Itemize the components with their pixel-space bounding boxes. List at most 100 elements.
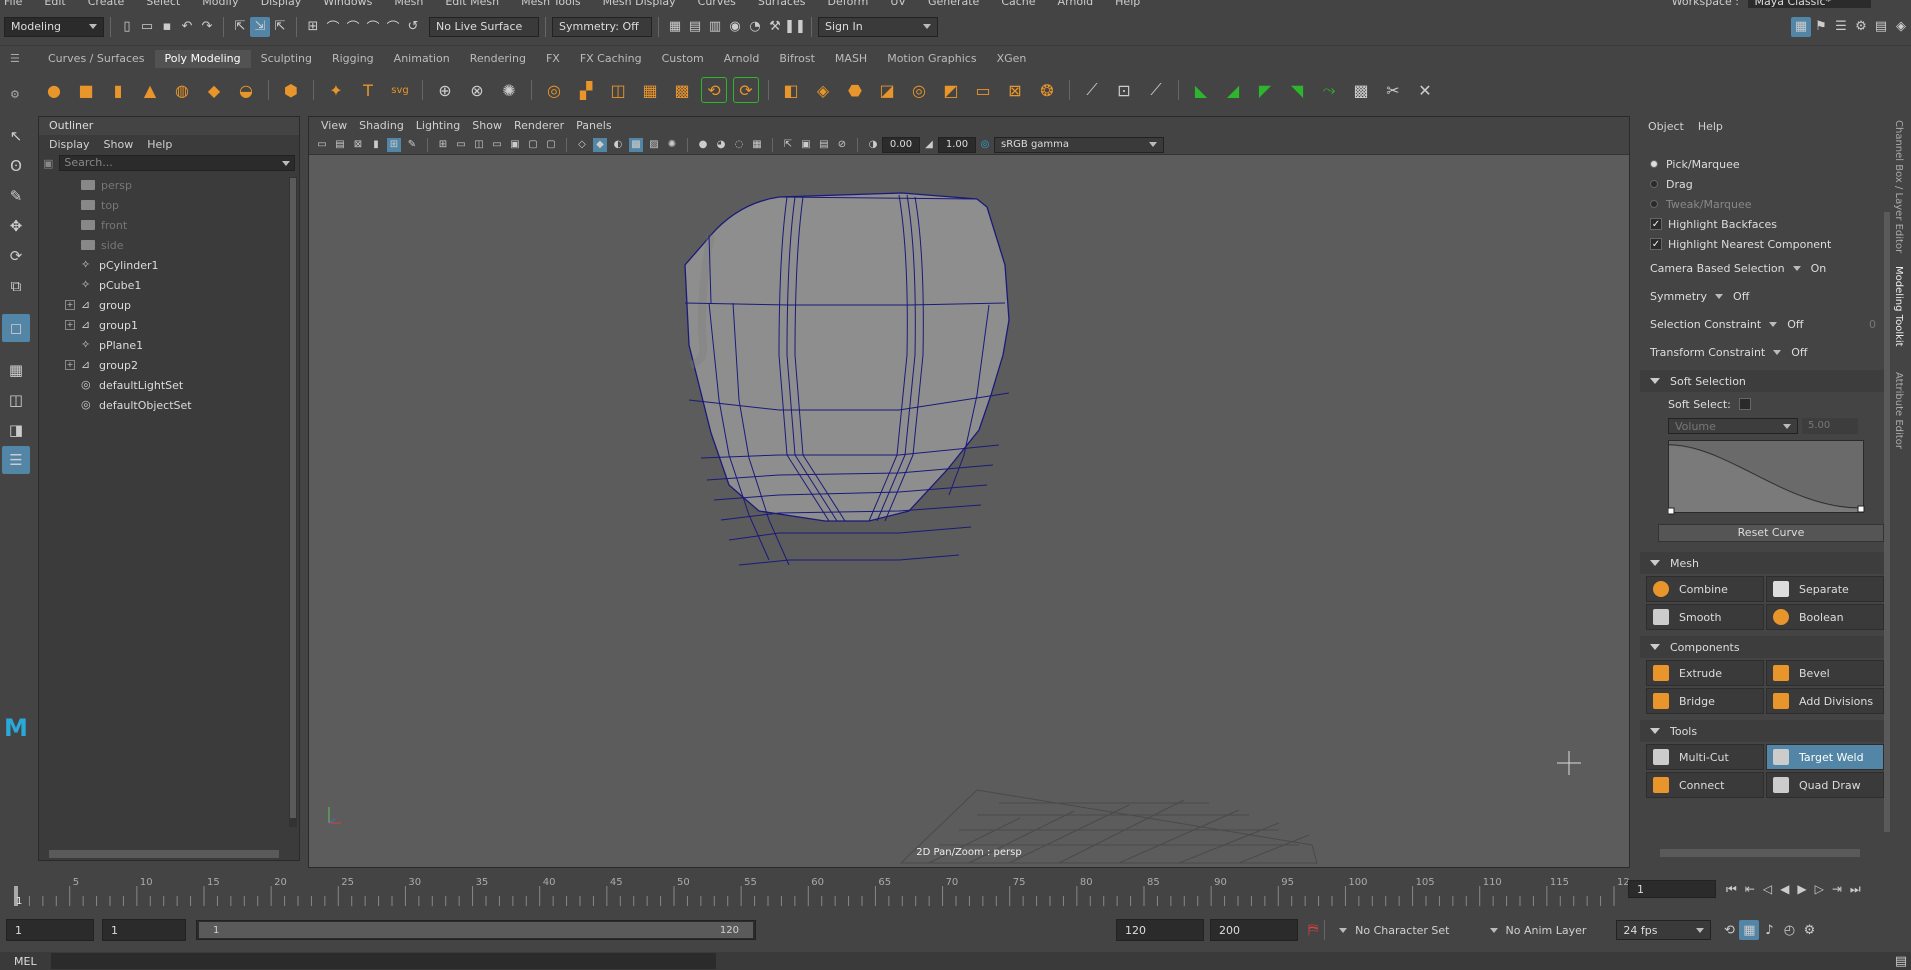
go-to-start-icon[interactable]: ⏮ [1726, 882, 1737, 897]
shelf-tab-fx-caching[interactable]: FX Caching [570, 50, 652, 68]
film-gate-icon[interactable]: ▭ [454, 138, 468, 152]
shelf-tab-curves-surfaces[interactable]: Curves / Surfaces [38, 50, 155, 68]
highlight-nearest-checkbox[interactable]: ✓ [1650, 238, 1662, 250]
two-view-icon[interactable]: ◫ [2, 386, 30, 414]
bevel-shelf-icon[interactable]: ⬣ [842, 77, 868, 103]
exposure-icon[interactable]: ◑ [866, 138, 880, 152]
range-handle[interactable]: 1 120 [199, 922, 753, 938]
undo-icon[interactable]: ↶ [177, 17, 197, 37]
hypershade-icon[interactable]: ◔ [745, 17, 765, 37]
outliner-item[interactable]: ◎ defaultLightSet [39, 375, 299, 395]
layout-icon[interactable]: ▦ [1791, 16, 1811, 37]
shelf-tab-sculpting[interactable]: Sculpting [251, 50, 322, 68]
menu-item-generate[interactable]: Generate [928, 0, 979, 8]
add-divisions-button[interactable]: Add Divisions [1766, 688, 1884, 714]
mesh-section-header[interactable]: Mesh [1640, 552, 1890, 574]
menu-item-create[interactable]: Create [88, 0, 125, 8]
field-chart-icon[interactable]: ▣ [508, 138, 522, 152]
pick-marquee-option[interactable]: Pick/Marquee [1640, 154, 1890, 174]
bridge-button[interactable]: Bridge [1646, 688, 1764, 714]
menu-item-mesh-tools[interactable]: Mesh Tools [521, 0, 581, 8]
sew-icon[interactable]: ✂ [1380, 77, 1406, 103]
falloff-radius-field[interactable]: 5.00 [1802, 418, 1858, 434]
arnold-render-icon[interactable]: ⚒ [765, 17, 785, 37]
soft-select-checkbox[interactable] [1738, 398, 1751, 410]
reduce-icon[interactable]: ▩ [669, 77, 695, 103]
outliner-search-input[interactable]: Search... [59, 155, 295, 171]
remesh-icon[interactable]: ⟲ [701, 77, 727, 103]
shelf-tab-custom[interactable]: Custom [652, 50, 714, 68]
auto-key-icon[interactable]: ⛿ [1308, 922, 1318, 938]
camera-attr-icon[interactable]: ▤ [333, 138, 347, 152]
menu-item-help[interactable]: Help [1115, 0, 1140, 8]
expand-icon[interactable]: + [65, 320, 75, 330]
poly-cylinder-icon[interactable]: ▮ [105, 77, 131, 103]
safe-title-icon[interactable]: ▢ [544, 138, 558, 152]
poly-plane-icon[interactable]: ◆ [201, 77, 227, 103]
redo-icon[interactable]: ↷ [197, 17, 217, 37]
modeling-toolkit-tab[interactable]: Modeling Toolkit [1893, 266, 1904, 366]
timeline-ruler[interactable]: 5 10 15 20 25 30 35 40 45 50 55 60 65 70 75 80 85 90 95 100… [10, 872, 1630, 908]
separate-shelf-icon[interactable]: ▞ [573, 77, 599, 103]
quad-draw-button[interactable]: Quad Draw [1766, 772, 1884, 798]
single-view-icon[interactable]: ◻ [2, 314, 30, 342]
cache-playback-icon[interactable]: ▦ [1739, 920, 1760, 940]
mirror-icon[interactable]: ◫ [605, 77, 631, 103]
shelf-tab-arnold[interactable]: Arnold [714, 50, 770, 68]
script-editor-icon[interactable]: ▤ [1891, 951, 1911, 970]
menu-item-display[interactable]: Display [261, 0, 302, 8]
viewport-menu-shading[interactable]: Shading [359, 117, 404, 135]
textured-icon[interactable]: ▨ [647, 138, 661, 152]
snap-surface-icon[interactable]: ⌒ [383, 17, 403, 37]
save-scene-icon[interactable]: ▪ [157, 17, 177, 37]
snap-live-icon[interactable]: ↺ [403, 17, 423, 37]
motion-blur-icon[interactable]: ◌ [732, 138, 746, 152]
sound-icon[interactable]: ♪ [1759, 920, 1779, 940]
bookmark-icon[interactable]: ⊠ [351, 138, 365, 152]
viewport-menu-show[interactable]: Show [472, 117, 502, 135]
selection-constraint-row[interactable]: Selection Constraint Off 0 [1640, 310, 1890, 338]
current-frame-field[interactable]: 1 [1628, 880, 1716, 898]
combine-button[interactable]: Combine [1646, 576, 1764, 602]
menu-item-select[interactable]: Select [146, 0, 180, 8]
select-camera-icon[interactable]: ▭ [315, 138, 329, 152]
outliner-scrollbar[interactable] [289, 177, 297, 827]
smooth-button[interactable]: Smooth [1646, 604, 1764, 630]
image-plane-icon[interactable]: ▮ [369, 138, 383, 152]
uv-snapshot-icon[interactable]: ✺ [496, 77, 522, 103]
scale-tool-icon[interactable]: ⧉ [2, 272, 30, 300]
sign-in-dropdown[interactable]: Sign In [818, 16, 938, 37]
drag-radio[interactable] [1650, 180, 1658, 188]
shelf-tab-rigging[interactable]: Rigging [322, 50, 384, 68]
viewport-menu-view[interactable]: View [321, 117, 347, 135]
attribute-editor-tab[interactable]: Attribute Editor [1893, 372, 1904, 472]
menu-item-deform[interactable]: Deform [827, 0, 868, 8]
gamma-field[interactable]: 1.00 [938, 136, 976, 153]
xray-joints-icon[interactable]: ⊘ [835, 138, 849, 152]
resolution-gate-icon[interactable]: ◫ [472, 138, 486, 152]
mtk-scrollbar[interactable] [1884, 212, 1890, 832]
xray-active-icon[interactable]: ▤ [817, 138, 831, 152]
mtk-menu-object[interactable]: Object [1648, 120, 1684, 133]
smooth-shade-icon[interactable]: ◆ [593, 137, 607, 152]
outliner-persp-icon[interactable]: ☰ [2, 446, 30, 474]
outliner-item[interactable]: ◎ defaultObjectSet [39, 395, 299, 415]
shelf-tab-motion-graphics[interactable]: Motion Graphics [877, 50, 986, 68]
reset-curve-button[interactable]: Reset Curve [1658, 524, 1884, 542]
wireframe-on-shaded-icon[interactable]: ▩ [629, 137, 643, 152]
layers-icon[interactable]: ◈ [1891, 17, 1911, 37]
2d-pan-icon[interactable]: ⊞ [387, 137, 401, 152]
menu-item-edit-mesh[interactable]: Edit Mesh [445, 0, 499, 8]
outliner-layout-icon[interactable]: ◨ [2, 416, 30, 444]
type-icon[interactable]: T [355, 77, 381, 103]
shelf-tab-fx[interactable]: FX [536, 50, 570, 68]
checker-icon[interactable]: ▩ [1348, 77, 1374, 103]
shelf-tab-xgen[interactable]: XGen [987, 50, 1037, 68]
workspace-selector[interactable]: Workspace : Maya Classic* [1672, 0, 1871, 8]
play-forward-icon[interactable]: ▶ [1797, 882, 1806, 896]
outliner-item[interactable]: ✧ pCube1 [39, 275, 299, 295]
channel-box-tab[interactable]: Channel Box / Layer Editor [1893, 120, 1904, 260]
outliner-item[interactable]: front [39, 215, 299, 235]
viewport-menu-lighting[interactable]: Lighting [416, 117, 460, 135]
outliner-item[interactable]: top [39, 195, 299, 215]
